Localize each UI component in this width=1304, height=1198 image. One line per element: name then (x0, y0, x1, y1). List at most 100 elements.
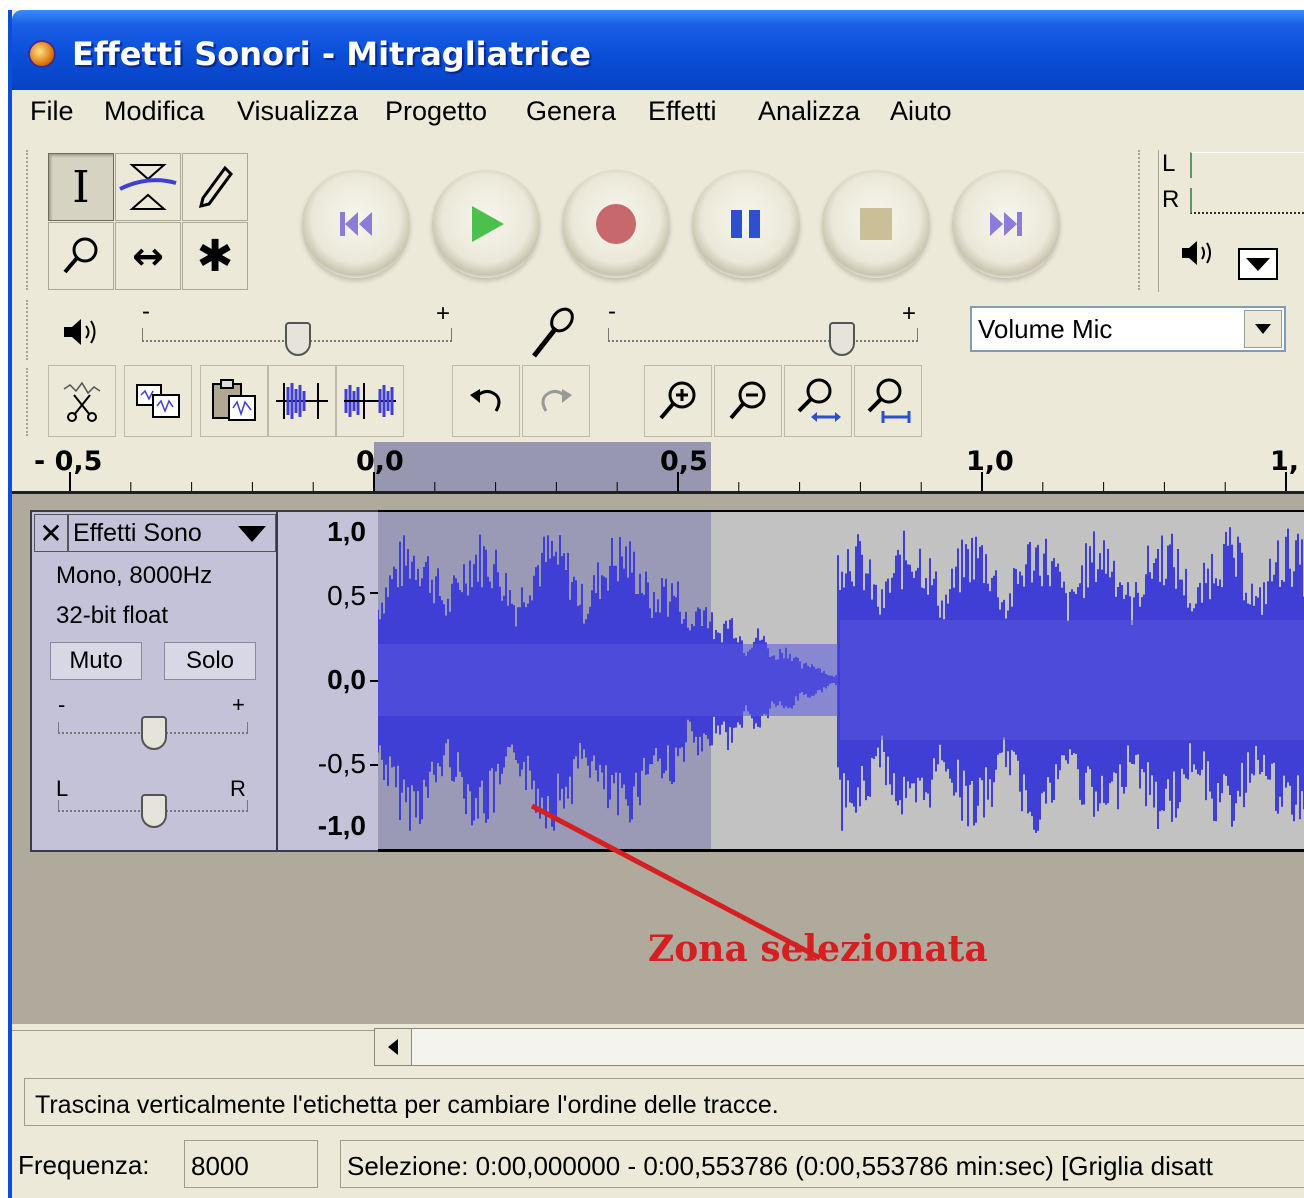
envelope-icon (119, 164, 177, 210)
multi-tool-button[interactable]: ✱ (182, 222, 248, 290)
ruler-label-1-0: 1,0 (966, 446, 1014, 477)
output-volume-thumb[interactable] (285, 322, 311, 356)
zoom-in-button[interactable] (644, 365, 712, 437)
pause-button[interactable] (692, 170, 800, 278)
meter-left-label: L (1162, 150, 1176, 177)
menu-analizza[interactable]: Analizza (758, 96, 860, 127)
microphone-icon (532, 307, 574, 358)
window-title: Effetti Sonori - Mitragliatrice (72, 35, 591, 73)
input-source-value: Volume Mic (978, 314, 1113, 344)
fit-selection-button[interactable] (784, 365, 852, 437)
trim-button[interactable] (268, 365, 336, 437)
status-area: Trascina verticalmente l'etichetta per c… (12, 1070, 1304, 1198)
input-volume-max: + (902, 300, 917, 327)
ruler-label-minus-0-5: - 0,5 (34, 446, 103, 477)
menu-aiuto[interactable]: Aiuto (890, 96, 952, 127)
draw-tool-button[interactable] (182, 153, 248, 221)
annotation-label: Zona selezionata (648, 928, 988, 970)
cut-button[interactable] (48, 365, 116, 437)
redo-icon (541, 389, 572, 412)
meter-right-label: R (1162, 186, 1180, 213)
skip-start-icon (340, 212, 372, 236)
input-volume-min: - (608, 298, 616, 325)
fit-selection-icon (797, 378, 841, 422)
app-window: Effetti Sonori - Mitragliatrice File Mod… (8, 10, 1304, 1198)
stop-button[interactable] (822, 170, 930, 278)
tools-toolbar-grip[interactable] (26, 150, 32, 290)
skip-to-end-button[interactable] (952, 170, 1060, 278)
audacity-app-icon[interactable] (28, 40, 56, 68)
edit-toolbar-grip[interactable] (26, 368, 32, 436)
play-icon (472, 206, 504, 242)
skip-end-icon (990, 212, 1022, 236)
copy-button[interactable] (124, 365, 192, 437)
rate-field[interactable]: 8000 (184, 1140, 318, 1188)
zoom-out-button[interactable] (714, 365, 782, 437)
i-beam-icon: I (72, 161, 90, 213)
scrollbar-left-blank (12, 1030, 374, 1064)
play-button[interactable] (432, 170, 540, 278)
redo-button[interactable] (522, 365, 590, 437)
input-volume-thumb[interactable] (828, 322, 855, 356)
arrow-left-icon (388, 1039, 398, 1055)
ruler-label-1-5: 1, (1270, 446, 1300, 477)
selection-info: Selezione: 0:00,000000 - 0:00,553786 (0:… (340, 1140, 1304, 1188)
ruler-ticks (69, 472, 1287, 491)
silence-button[interactable] (336, 365, 404, 437)
timeshift-tool-button[interactable]: ↔ (115, 222, 181, 290)
zoom-tool-button[interactable] (48, 222, 114, 290)
status-message: Trascina verticalmente l'etichetta per c… (24, 1078, 1304, 1126)
timeline-ruler[interactable]: - 0,5 0,0 0,5 1,0 1, (12, 442, 1304, 494)
menu-bar: File Modifica Visualizza Progetto Genera… (12, 90, 1304, 140)
asterisk-icon: ✱ (196, 230, 234, 282)
input-source-select[interactable]: Volume Mic (970, 306, 1286, 352)
menu-progetto[interactable]: Progetto (385, 96, 487, 127)
track-area[interactable]: ✕ Effetti Sono Mono, 8000Hz 32-bit float… (12, 494, 1304, 1024)
title-bar[interactable]: Effetti Sonori - Mitragliatrice (12, 10, 1304, 90)
input-volume-slider[interactable] (608, 322, 918, 356)
horizontal-scrollbar[interactable] (12, 1024, 1304, 1070)
envelope-tool-button[interactable] (115, 153, 181, 221)
output-volume-slider[interactable] (142, 322, 452, 356)
menu-visualizza[interactable]: Visualizza (237, 96, 358, 127)
ruler-label-0-0: 0,0 (356, 446, 404, 477)
scroll-track[interactable] (412, 1028, 1304, 1066)
speaker-volume-icon (64, 319, 96, 345)
record-icon (596, 204, 636, 244)
rate-label: Frequenza: (18, 1150, 150, 1180)
paste-icon (212, 379, 256, 421)
dropdown-arrow-icon (1246, 258, 1270, 271)
double-arrow-icon: ↔ (132, 234, 164, 278)
pause-icon (731, 210, 760, 238)
undo-icon (470, 389, 501, 412)
copy-icon (136, 384, 180, 418)
input-source-dropdown-button[interactable] (1244, 310, 1282, 348)
scissors-icon (63, 381, 101, 422)
undo-button[interactable] (452, 365, 520, 437)
meter-options-dropdown[interactable] (1238, 248, 1278, 280)
output-volume-min: - (142, 298, 150, 325)
mixer-toolbar-grip[interactable] (26, 300, 32, 360)
menu-modifica[interactable]: Modifica (104, 96, 205, 127)
silence-icon (344, 383, 396, 419)
menu-file[interactable]: File (30, 96, 74, 127)
meter-toolbar-grip[interactable] (1138, 150, 1144, 290)
menu-genera[interactable]: Genera (526, 96, 616, 127)
selection-tool-button[interactable]: I (48, 153, 114, 221)
fit-project-button[interactable] (854, 365, 922, 437)
trim-icon (276, 383, 328, 419)
speaker-icon (1182, 241, 1211, 265)
menu-effetti[interactable]: Effetti (648, 96, 717, 127)
pencil-icon (198, 165, 233, 209)
scroll-left-button[interactable] (374, 1028, 412, 1066)
skip-to-start-button[interactable] (302, 170, 410, 278)
chevron-down-icon (1255, 324, 1271, 334)
fit-project-icon (867, 378, 911, 423)
stop-icon (860, 208, 892, 240)
record-button[interactable] (562, 170, 670, 278)
meter-right-bar[interactable] (1190, 188, 1304, 214)
paste-button[interactable] (200, 365, 268, 437)
zoom-in-icon (659, 381, 696, 420)
meter-left-bar[interactable] (1190, 152, 1304, 178)
ruler-label-0-5: 0,5 (660, 446, 708, 477)
